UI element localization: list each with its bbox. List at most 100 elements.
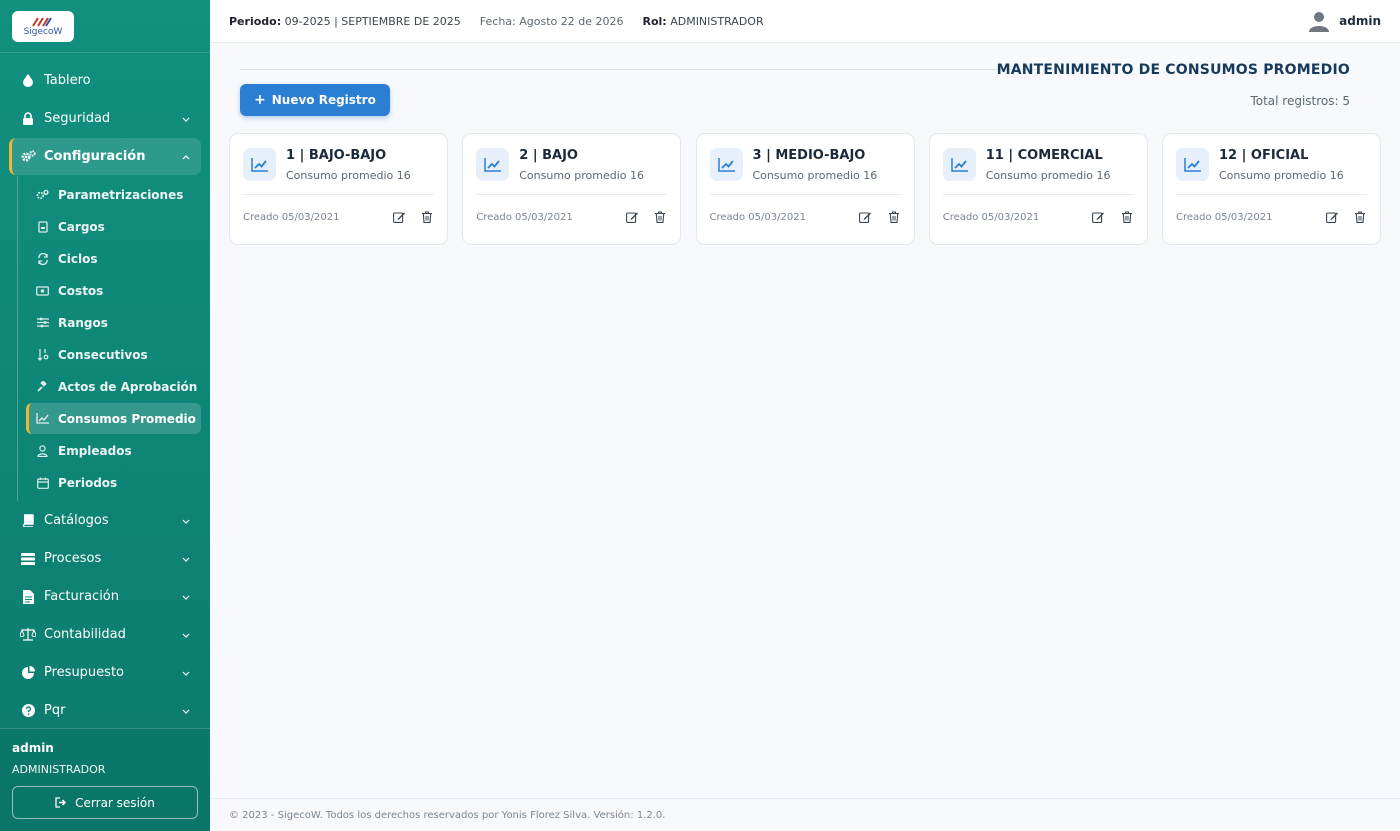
edit-icon[interactable]: [392, 210, 406, 224]
sidebar-item-configuracion[interactable]: Configuración: [9, 138, 201, 175]
user-menu[interactable]: admin: [1307, 9, 1381, 33]
server-icon: [20, 551, 36, 567]
question-icon: [20, 703, 36, 719]
chevron-down-icon: [181, 668, 191, 678]
sidebar-item-procesos[interactable]: Procesos: [9, 540, 201, 577]
gears-icon: [20, 149, 36, 165]
sidebar-item-label: Configuración: [44, 149, 146, 164]
sidebar-item-cargos[interactable]: Cargos: [26, 211, 201, 242]
divider: [1176, 194, 1367, 195]
edit-icon[interactable]: [1092, 210, 1106, 224]
sidebar-item-parametrizaciones[interactable]: Parametrizaciones: [26, 179, 201, 210]
sidebar-item-label: Procesos: [44, 551, 102, 566]
sidebar-item-consumos-promedio[interactable]: Consumos Promedio: [26, 403, 201, 434]
page-title: MANTENIMIENTO DE CONSUMOS PROMEDIO: [996, 62, 1350, 78]
periodo-value: 09-2025 | SEPTIEMBRE DE 2025: [284, 14, 461, 28]
avatar: [1307, 9, 1331, 33]
invoice-icon: [20, 589, 36, 605]
money-icon: [36, 284, 49, 297]
sidebar-item-empleados[interactable]: Empleados: [26, 435, 201, 466]
chevron-down-icon: [181, 630, 191, 640]
sidebar-item-costos[interactable]: Costos: [26, 275, 201, 306]
record-created-date: Creado 05/03/2021: [1176, 211, 1273, 223]
main-content: MANTENIMIENTO DE CONSUMOS PROMEDIO + Nue…: [210, 43, 1400, 798]
sidebar: SigecoW Tablero Seguridad Configuración: [0, 0, 210, 831]
sidebar-item-presupuesto[interactable]: Presupuesto: [9, 654, 201, 691]
footer-text: © 2023 - SigecoW. Todos los derechos res…: [229, 809, 666, 821]
sidebar-item-pqr[interactable]: Pqr: [9, 692, 201, 728]
record-card[interactable]: 2 | BAJO Consumo promedio 16 Creado 05/0…: [462, 133, 682, 245]
page-header: MANTENIMIENTO DE CONSUMOS PROMEDIO: [240, 61, 1350, 81]
sidebar-item-actos-aprobacion[interactable]: Actos de Aprobación: [26, 371, 201, 402]
chart-line-icon: [243, 148, 276, 181]
new-record-label: Nuevo Registro: [271, 93, 376, 107]
record-subtitle: Consumo promedio 16: [519, 169, 645, 182]
sidebar-item-tablero[interactable]: Tablero: [9, 62, 201, 99]
record-card[interactable]: 3 | MEDIO-BAJO Consumo promedio 16 Cread…: [695, 133, 915, 245]
chevron-down-icon: [181, 706, 191, 716]
sidebar-item-label: Catálogos: [44, 513, 109, 528]
sidebar-item-label: Contabilidad: [44, 627, 126, 642]
chart-line-icon: [36, 412, 49, 425]
chevron-down-icon: [181, 592, 191, 602]
edit-icon[interactable]: [1325, 210, 1339, 224]
trash-icon[interactable]: [1353, 210, 1367, 224]
record-subtitle: Consumo promedio 16: [752, 169, 878, 182]
records-grid: 1 | BAJO-BAJO Consumo promedio 16 Creado…: [229, 133, 1381, 245]
sign-out-icon: [55, 797, 67, 808]
plus-icon: +: [254, 92, 266, 108]
record-card[interactable]: 12 | OFICIAL Consumo promedio 16 Creado …: [1162, 133, 1381, 245]
sidebar-item-label: Actos de Aprobación: [58, 379, 198, 394]
periodo-label: Periodo:: [229, 14, 282, 28]
rol-value: ADMINISTRADOR: [670, 14, 764, 28]
app-logo[interactable]: SigecoW: [12, 11, 74, 42]
record-card[interactable]: 11 | COMERCIAL Consumo promedio 16 Cread…: [928, 133, 1148, 245]
sidebar-item-consecutivos[interactable]: Consecutivos: [26, 339, 201, 370]
sidebar-item-label: Tablero: [44, 73, 91, 88]
chevron-down-icon: [181, 516, 191, 526]
sidebar-item-label: Facturación: [44, 589, 119, 604]
gears-icon: [36, 188, 49, 201]
chart-line-icon: [942, 148, 976, 181]
edit-icon[interactable]: [859, 210, 873, 224]
logout-label: Cerrar sesión: [75, 795, 155, 810]
chevron-down-icon: [181, 114, 191, 124]
sidebar-item-contabilidad[interactable]: Contabilidad: [9, 616, 201, 653]
sidebar-item-seguridad[interactable]: Seguridad: [9, 100, 201, 137]
pie-icon: [20, 665, 36, 681]
user-icon: [36, 444, 49, 457]
divider: [243, 194, 434, 195]
chart-line-icon: [1176, 148, 1209, 181]
rol-label: Rol:: [642, 14, 667, 28]
sidebar-item-facturacion[interactable]: Facturación: [9, 578, 201, 615]
record-card[interactable]: 1 | BAJO-BAJO Consumo promedio 16 Creado…: [229, 133, 448, 245]
record-subtitle: Consumo promedio 16: [1219, 169, 1344, 182]
sidebar-item-periodos[interactable]: Periodos: [26, 467, 201, 498]
record-subtitle: Consumo promedio 16: [985, 169, 1111, 182]
sidebar-item-ciclos[interactable]: Ciclos: [26, 243, 201, 274]
record-created-date: Creado 05/03/2021: [942, 211, 1040, 223]
sidebar-user-role: ADMINISTRADOR: [12, 763, 106, 776]
logout-button[interactable]: Cerrar sesión: [12, 786, 198, 819]
sidebar-item-catalogos[interactable]: Catálogos: [9, 502, 201, 539]
sort-numeric-icon: [36, 348, 49, 361]
trash-icon[interactable]: [887, 210, 901, 224]
divider: [240, 69, 1040, 70]
trash-icon[interactable]: [1120, 210, 1134, 224]
sidebar-item-label: Rangos: [58, 315, 108, 330]
sidebar-item-rangos[interactable]: Rangos: [26, 307, 201, 338]
top-user-name: admin: [1339, 14, 1381, 28]
record-title: 3 | MEDIO-BAJO: [752, 148, 866, 163]
gavel-icon: [36, 380, 49, 393]
record-created-date: Creado 05/03/2021: [709, 211, 806, 223]
sliders-icon: [36, 316, 49, 329]
trash-icon[interactable]: [653, 210, 667, 224]
edit-icon[interactable]: [625, 210, 639, 224]
trash-icon[interactable]: [420, 210, 434, 224]
drop-icon: [20, 73, 36, 89]
new-record-button[interactable]: + Nuevo Registro: [240, 84, 390, 116]
chart-line-icon: [709, 148, 743, 181]
record-title: 11 | COMERCIAL: [985, 148, 1103, 163]
configuracion-submenu: Parametrizaciones Cargos Ciclos Costos R…: [17, 176, 210, 501]
badge-icon: [36, 220, 49, 233]
